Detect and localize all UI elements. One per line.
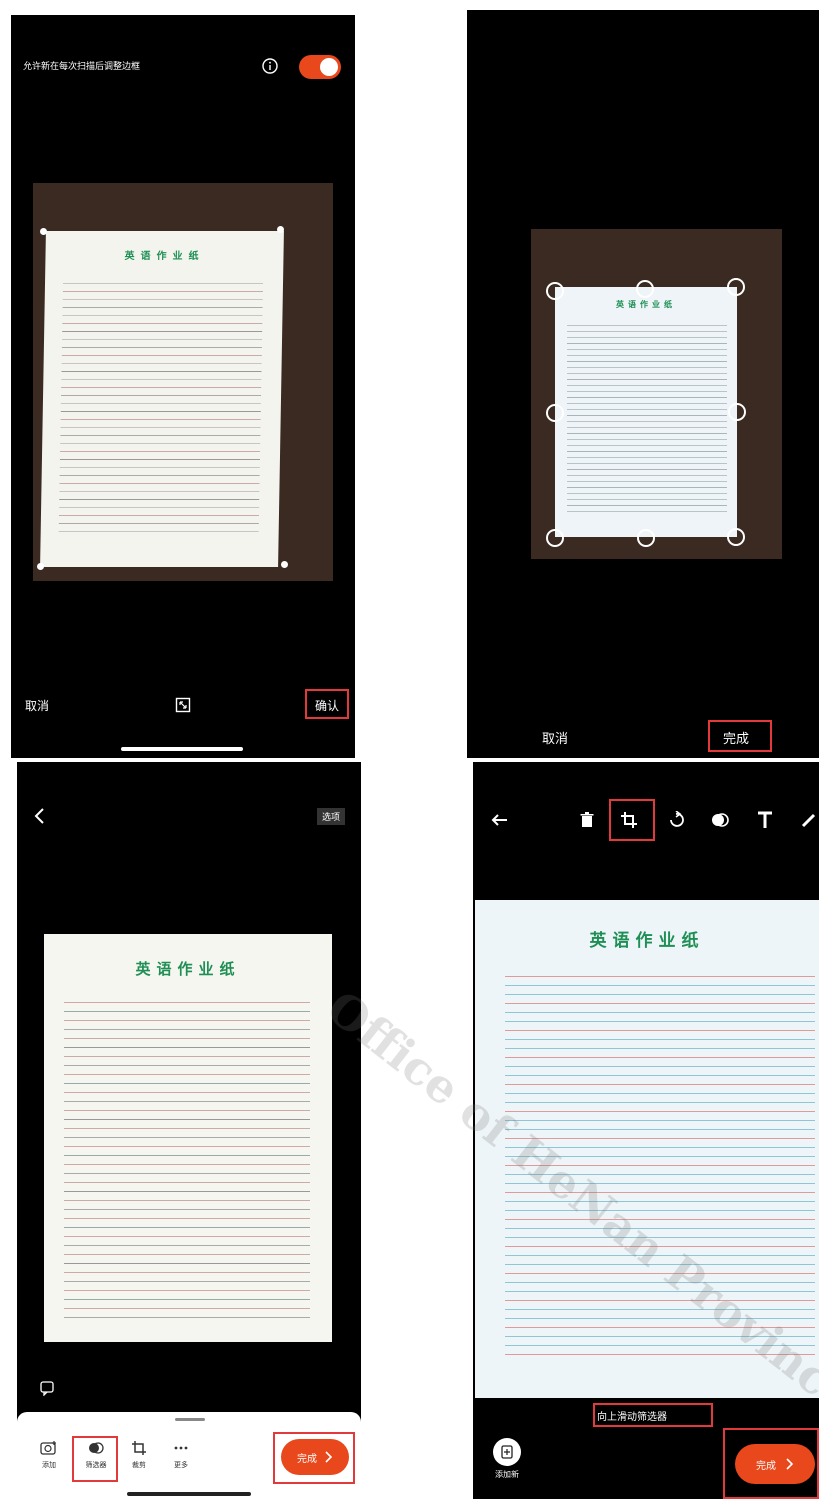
toolbar-label: 添加: [42, 1461, 56, 1469]
crop-handle[interactable]: [727, 278, 745, 296]
camera-photo: 英语作业纸: [531, 229, 782, 559]
crop-handle[interactable]: [637, 529, 655, 547]
highlight-box: [723, 1428, 819, 1499]
crop-icon: [132, 1441, 146, 1455]
document-title: 英语作业纸: [124, 251, 205, 262]
highlight-box: [273, 1432, 355, 1484]
rotate-icon[interactable]: [666, 810, 686, 830]
corner-handle[interactable]: [40, 228, 47, 235]
highlight-box: [609, 799, 655, 841]
crop-handle[interactable]: [727, 528, 745, 546]
toolbar-label: 更多: [174, 1461, 188, 1469]
document-title: 英语作业纸: [616, 299, 676, 309]
panel-scan-adjust: 允许新在每次扫描后调整边框 英语作业纸 取消 确认: [11, 15, 355, 758]
corner-handle[interactable]: [277, 226, 284, 233]
document-title: 英语作业纸: [589, 931, 705, 951]
crop-handle[interactable]: [636, 280, 654, 298]
document-title: 英语作业纸: [135, 960, 241, 978]
highlight-box: [708, 720, 772, 752]
trash-icon[interactable]: [577, 810, 597, 830]
add-icon: [40, 1441, 56, 1455]
sheet-grabber: [175, 1418, 205, 1421]
options-button[interactable]: 选项: [317, 808, 346, 825]
add-new-label: 添加新: [495, 1470, 519, 1479]
highlight-box: [305, 689, 349, 719]
toolbar-more[interactable]: 更多: [169, 1440, 193, 1470]
highlight-box: [593, 1403, 713, 1427]
corner-handle[interactable]: [37, 563, 44, 570]
adjust-toggle[interactable]: [299, 55, 341, 79]
ruled-lines: [64, 1002, 310, 1326]
more-icon: [174, 1446, 188, 1450]
crop-handle[interactable]: [546, 282, 564, 300]
arrow-left-icon[interactable]: [489, 810, 509, 830]
text-icon[interactable]: [755, 810, 775, 830]
crop-handle[interactable]: [728, 403, 746, 421]
crop-handle[interactable]: [546, 529, 564, 547]
camera-photo: 英语作业纸: [33, 183, 333, 581]
panel-edit: 英语作业纸 向上滑动筛选器 添加新 完成: [473, 762, 819, 1499]
toolbar-add[interactable]: 添加: [37, 1440, 61, 1470]
toggle-knob: [320, 58, 338, 76]
add-page-icon: [501, 1445, 513, 1459]
ruled-lines: [567, 325, 727, 517]
document-page: 英语作业纸: [555, 287, 737, 537]
pen-icon[interactable]: [799, 810, 819, 830]
home-indicator: [121, 747, 243, 751]
document-page: 英语作业纸: [40, 231, 284, 567]
corner-handle[interactable]: [281, 561, 288, 568]
document-page: 英语作业纸: [475, 900, 819, 1398]
info-icon[interactable]: [261, 57, 279, 75]
header-text: 允许新在每次扫描后调整边框: [23, 62, 141, 72]
bottom-toolbar: 添加 筛选器 裁剪 更多 完成: [17, 1412, 361, 1499]
cancel-button[interactable]: 取消: [542, 728, 568, 747]
panel-review: 选项 英语作业纸 添加 筛选器 裁剪 更多 完成: [17, 762, 361, 1499]
chevron-left-icon[interactable]: [29, 806, 49, 826]
cancel-button[interactable]: 取消: [25, 697, 49, 714]
highlight-box: [72, 1436, 118, 1482]
ruled-lines: [58, 283, 264, 539]
crop-handle[interactable]: [546, 404, 564, 422]
toolbar-crop[interactable]: 裁剪: [127, 1440, 151, 1470]
panel-scan-crop: 英语作业纸 取消 完成: [467, 10, 819, 758]
ruled-lines: [505, 976, 815, 1363]
home-indicator: [127, 1492, 251, 1496]
filter-icon[interactable]: [710, 810, 730, 830]
auto-crop-icon[interactable]: [173, 695, 193, 715]
toolbar-label: 裁剪: [132, 1461, 146, 1469]
document-page: 英语作业纸: [44, 934, 332, 1342]
add-new-button[interactable]: 添加新: [487, 1438, 527, 1480]
feedback-icon[interactable]: [37, 1378, 57, 1398]
